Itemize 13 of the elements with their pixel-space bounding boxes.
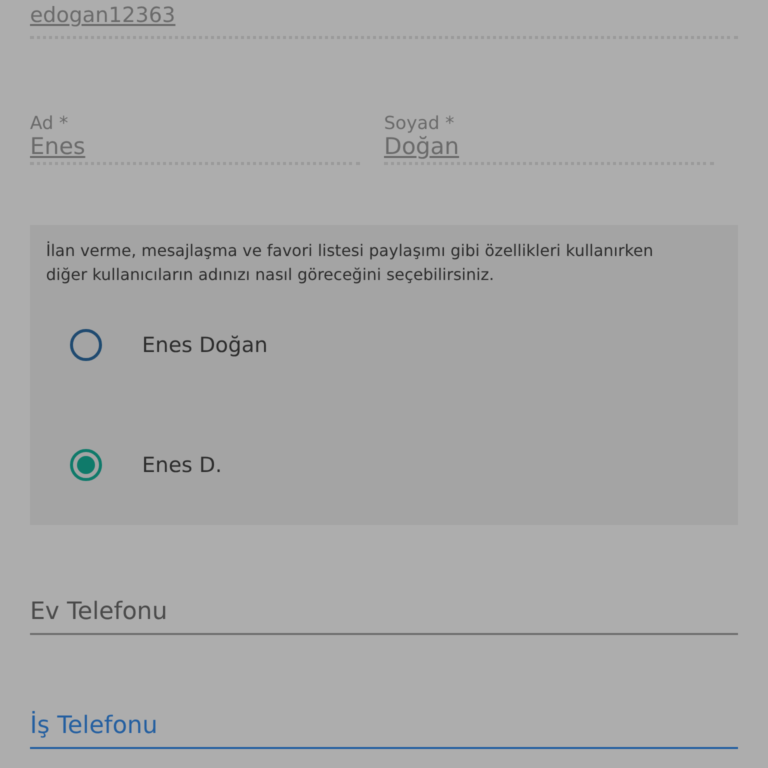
radio-button[interactable] [70,449,102,481]
radio-option[interactable]: Enes Doğan [46,327,722,363]
option-label: Enes D. [142,453,222,477]
phone-input-field[interactable]: İş Telefonu [30,711,738,749]
field-label: Soyad * [384,113,456,134]
radio-option[interactable]: Enes D. [46,447,722,483]
field-value: Enes [30,134,86,160]
option-label: Enes Doğan [142,333,268,357]
phone-input-field[interactable]: Ev Telefonu [30,597,738,635]
field-value: Doğan [384,134,460,160]
field-label: Ad * [30,113,70,134]
radio-button[interactable] [70,329,102,361]
description-text: İlan verme, mesajlaşma ve favori listesi paylaşımı gibi özellikleri kullanırken diğer kullanıcıların adınızı nasıl göreceğini seçebilirsiniz. [46,240,654,286]
